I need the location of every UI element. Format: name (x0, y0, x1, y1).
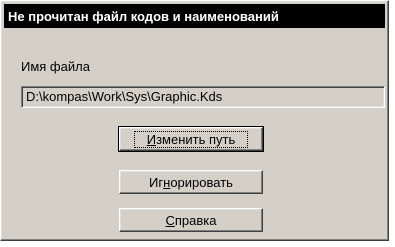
help-button-label: Справка (154, 213, 229, 228)
change-path-button-label: Изменить путь (133, 130, 249, 148)
help-label-rest: правка (174, 212, 217, 228)
ignore-button[interactable]: Игнорировать (119, 170, 263, 194)
change-path-label-rest: зменить путь (156, 131, 236, 147)
change-path-mnemonic: И (146, 131, 157, 147)
dialog-title: Не прочитан файл кодов и наименований (8, 8, 279, 24)
dialog-title-bar[interactable]: Не прочитан файл кодов и наименований (4, 4, 385, 28)
ignore-button-label: Игнорировать (137, 175, 245, 190)
error-dialog: Не прочитан файл кодов и наименований Им… (0, 0, 389, 241)
ignore-label-rest: орировать (170, 174, 233, 190)
help-button[interactable]: Справка (119, 208, 263, 232)
ignore-label-before: Иг (149, 174, 164, 190)
change-path-button[interactable]: Изменить путь (118, 126, 264, 152)
file-name-label: Имя файла (21, 59, 90, 74)
help-mnemonic: С (165, 212, 175, 228)
file-path-field[interactable]: D:\kompas\Work\Sys\Graphic.Kds (21, 86, 385, 108)
